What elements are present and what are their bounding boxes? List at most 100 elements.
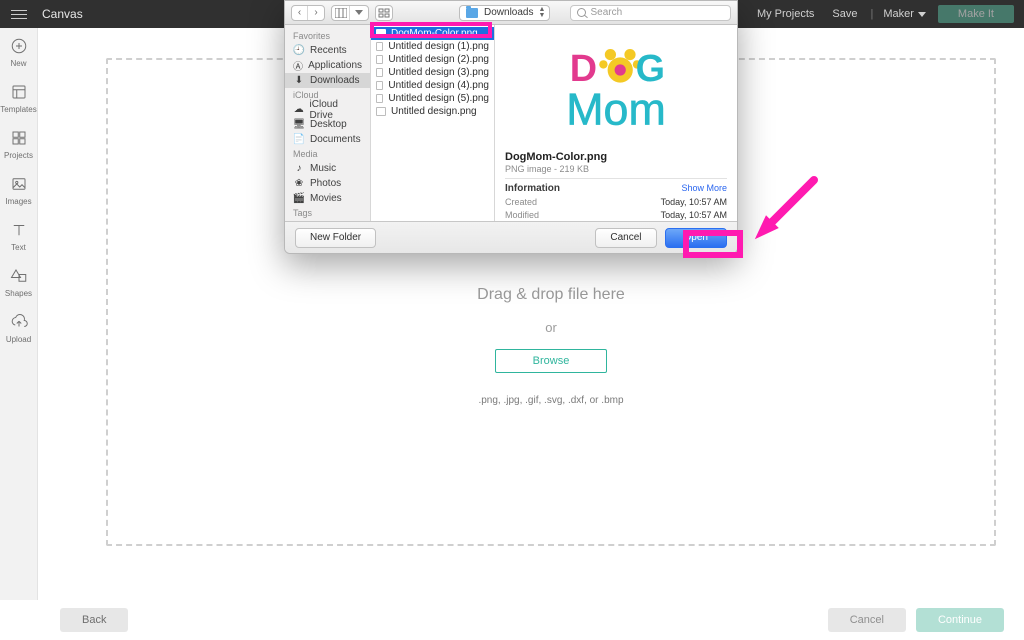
movies-icon: 🎬 <box>293 194 305 204</box>
tool-rail: New Templates Projects Images Text Shape… <box>0 28 38 640</box>
divider: | <box>867 8 878 20</box>
svg-text:G: G <box>636 48 665 90</box>
rail-text[interactable]: Text <box>0 220 38 252</box>
annotation-highlight-file <box>370 22 492 38</box>
dropzone-headline: Drag & drop file here <box>477 286 625 304</box>
sidebar-item-movies[interactable]: 🎬Movies <box>285 191 370 206</box>
file-icon <box>376 68 383 77</box>
music-icon: ♪ <box>293 164 305 174</box>
machine-selector[interactable]: Maker <box>877 8 932 20</box>
image-icon <box>9 174 29 194</box>
file-list: DogMom-Color.png Untitled design (1).png… <box>371 25 495 221</box>
clock-icon: 🕘 <box>293 46 305 56</box>
dropzone-filetypes: .png, .jpg, .gif, .svg, .dxf, or .bmp <box>478 395 623 406</box>
chevron-left-icon[interactable]: ‹ <box>292 6 308 20</box>
sidebar-item-applications[interactable]: ⒶApplications <box>285 58 370 73</box>
browse-button[interactable]: Browse <box>495 349 607 373</box>
search-icon <box>577 8 586 17</box>
sidebar-item-documents[interactable]: 📄Documents <box>285 132 370 147</box>
view-dropdown-icon[interactable] <box>350 6 368 20</box>
sidebar-item-photos[interactable]: ❀Photos <box>285 176 370 191</box>
sidebar-item-iclouddrive[interactable]: ☁iCloud Drive <box>285 102 370 117</box>
file-icon <box>376 107 386 116</box>
show-more-link[interactable]: Show More <box>681 183 727 194</box>
upload-icon <box>9 312 29 332</box>
chevron-right-icon[interactable]: › <box>308 6 324 20</box>
file-icon <box>376 42 383 51</box>
file-open-dialog: ‹ › Downloads ▲▼ Search F <box>284 0 738 254</box>
desktop-icon: 🖥 <box>293 120 305 130</box>
svg-text:Mom: Mom <box>566 85 666 135</box>
group-button[interactable] <box>375 5 393 21</box>
file-icon <box>376 94 383 103</box>
file-row[interactable]: Untitled design (3).png <box>371 66 494 79</box>
rail-projects[interactable]: Projects <box>0 128 38 160</box>
page-title: Canvas <box>38 7 83 21</box>
file-row[interactable]: Untitled design (4).png <box>371 79 494 92</box>
dialog-footer: New Folder Cancel Open <box>285 221 737 253</box>
search-input[interactable]: Search <box>570 5 731 21</box>
file-icon <box>376 55 383 64</box>
info-row: CreatedToday, 10:57 AM <box>505 197 727 207</box>
group-icon[interactable] <box>376 6 392 20</box>
sidebar-item-music[interactable]: ♪Music <box>285 161 370 176</box>
annotation-highlight-open <box>683 230 743 258</box>
updown-icon: ▲▼ <box>539 7 546 19</box>
path-dropdown[interactable]: Downloads ▲▼ <box>459 5 550 21</box>
path-label: Downloads <box>484 7 533 18</box>
columns-view-icon[interactable] <box>332 6 350 20</box>
file-row[interactable]: Untitled design (1).png <box>371 40 494 53</box>
photos-icon: ❀ <box>293 179 305 189</box>
continue-button[interactable]: Continue <box>916 608 1004 632</box>
sidebar-item-recents[interactable]: 🕘Recents <box>285 43 370 58</box>
hamburger-icon <box>11 10 27 19</box>
download-icon: ⬇ <box>293 76 305 86</box>
file-row[interactable]: Untitled design (5).png <box>371 92 494 105</box>
preview-filename: DogMom-Color.png <box>505 151 727 163</box>
projects-icon <box>9 128 29 148</box>
chevron-down-icon <box>918 12 926 17</box>
cancel-button[interactable]: Cancel <box>828 608 906 632</box>
my-projects-link[interactable]: My Projects <box>748 8 823 20</box>
sidebar-item-downloads[interactable]: ⬇Downloads <box>285 73 370 88</box>
sidebar-sec-media: Media <box>285 147 370 161</box>
rail-images[interactable]: Images <box>0 174 38 206</box>
save-link[interactable]: Save <box>823 8 866 20</box>
annotation-arrow-icon <box>750 172 830 252</box>
view-mode-segment[interactable] <box>331 5 369 21</box>
bottom-bar: Back Cancel Continue <box>0 600 1024 640</box>
preview-subtitle: PNG image - 219 KB <box>505 164 727 174</box>
sidebar-sec-tags: Tags <box>285 206 370 220</box>
make-it-button[interactable]: Make It <box>938 5 1014 23</box>
rail-upload[interactable]: Upload <box>0 312 38 344</box>
file-preview: D G Mom DogMom-Color.png PNG image - 219 <box>495 25 737 221</box>
rail-new[interactable]: New <box>0 36 38 68</box>
file-row[interactable]: Untitled design.png <box>371 105 494 118</box>
cloud-icon: ☁ <box>293 105 305 115</box>
preview-image: D G Mom <box>546 33 686 149</box>
plus-circle-icon <box>9 36 29 56</box>
text-icon <box>9 220 29 240</box>
nav-back-forward[interactable]: ‹ › <box>291 5 325 21</box>
back-button[interactable]: Back <box>60 608 128 632</box>
dialog-cancel-button[interactable]: Cancel <box>595 228 656 248</box>
menu-button[interactable] <box>0 0 38 28</box>
shapes-icon <box>9 266 29 286</box>
sidebar-sec-favorites: Favorites <box>285 29 370 43</box>
doc-icon: 📄 <box>293 135 305 145</box>
folder-icon <box>466 8 478 18</box>
file-row[interactable]: Untitled design (2).png <box>371 53 494 66</box>
info-heading: Information <box>505 183 560 194</box>
rail-templates[interactable]: Templates <box>0 82 38 114</box>
dialog-sidebar: Favorites 🕘Recents ⒶApplications ⬇Downlo… <box>285 25 371 221</box>
new-folder-button[interactable]: New Folder <box>295 228 376 248</box>
file-icon <box>376 81 383 90</box>
search-placeholder: Search <box>590 7 622 18</box>
dialog-toolbar: ‹ › Downloads ▲▼ Search <box>285 1 737 25</box>
app-icon: Ⓐ <box>293 61 303 71</box>
info-row: ModifiedToday, 10:57 AM <box>505 210 727 220</box>
machine-label: Maker <box>883 8 914 20</box>
templates-icon <box>9 82 29 102</box>
rail-shapes[interactable]: Shapes <box>0 266 38 298</box>
svg-text:D: D <box>570 48 597 90</box>
